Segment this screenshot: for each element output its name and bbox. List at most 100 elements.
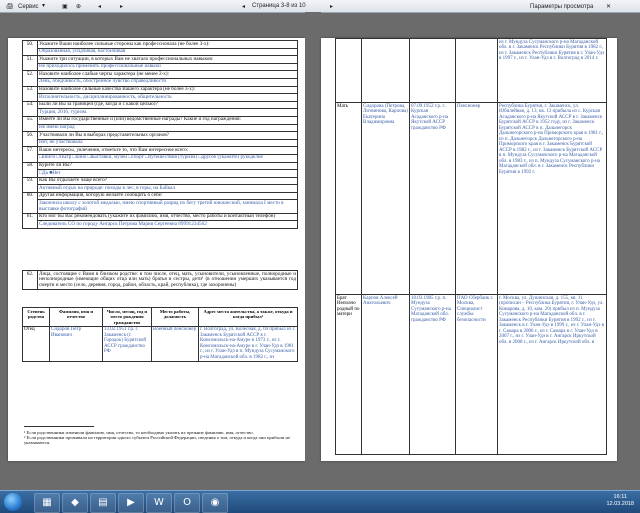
answer-text: □книги □театр □кино □выставки, музеи □сп… — [37, 153, 298, 163]
question-number: 56. — [22, 131, 38, 148]
answer-row: Не приходилось применять профессиональны… — [23, 62, 298, 72]
start-button[interactable] — [4, 493, 22, 511]
name-cell: Сидорова (Петрова, Литвинова, Карпова) Е… — [361, 102, 410, 295]
relatives-column-header: Адрес места жительства, а также, откуда … — [198, 307, 298, 327]
close-button[interactable]: ✕ — [604, 2, 613, 12]
answer-text: Лень, обидчивость, обостренное чувство с… — [37, 77, 298, 87]
question-row: 58. Курите ли Вы? — [22, 161, 298, 178]
taskbar: ▦ ◆ ▤ ▶ W O ◉ 16:11 12.03.2018 — [0, 490, 640, 513]
relatives-table-continued: из г. Мундуза Сусуманского р-на Магаданс… — [335, 38, 607, 455]
address-cell: г. Волгоград, ул. Колесная, д. 69 прибыл… — [198, 325, 298, 362]
question-number: 55. — [22, 115, 38, 133]
clock-time: 16:11 — [613, 494, 627, 500]
batman-icon[interactable]: ◆ — [62, 493, 88, 513]
question-text: Кто мог бы Вас рекомендовать (укажите их… — [37, 212, 298, 222]
prev-page-button[interactable]: ◂ — [240, 2, 247, 12]
document-page-left: 50. Укажите Ваши наиболее сильные стороны… — [8, 38, 305, 461]
answer-text: Нет, не участвовала — [37, 138, 298, 148]
question-text: Лица, состоящие с Вами в близком родстве… — [37, 270, 298, 290]
question-number: 58. — [22, 161, 38, 178]
answer-text: Следователь СО по городу Ангарск Петрова… — [37, 220, 298, 229]
answer-text: Не имею наград — [37, 123, 298, 133]
system-clock[interactable]: 16:11 12.03.2018 — [606, 494, 634, 508]
question-text: Были ли Вы за границей (где, когда и с к… — [37, 100, 298, 110]
chrome-icon[interactable]: ◉ — [202, 493, 228, 513]
next-page-button[interactable]: ▸ — [328, 2, 335, 12]
answer-text: Закончила школу с золотой медалью, имею … — [37, 199, 298, 214]
question-text: Курите ли Вы? — [37, 161, 298, 171]
work-cell: ПАО Сбербанк г. Москва, Специалист служб… — [455, 294, 498, 455]
save-icon[interactable]: ▣ — [60, 2, 70, 12]
question-number: 62. — [22, 270, 38, 290]
work-cell: Пенсионер — [455, 102, 498, 295]
question-number: 60. — [22, 191, 38, 214]
question-number: 51. — [22, 55, 38, 72]
media-icon[interactable]: ▶ — [118, 493, 144, 513]
question-text: Назовите наиболее сильные качества Вашег… — [37, 85, 298, 95]
question-number: 54. — [22, 100, 38, 117]
relatives-column-header: Степень родства — [22, 307, 50, 327]
empty-cell — [335, 38, 362, 103]
birth-cell: 13.02.1951 г.р. г. Закаменск (г. Городок… — [102, 325, 152, 362]
question-text: Как Вы отдыхаете чаще всего? — [37, 176, 298, 186]
questions-table: 50. Укажите Ваши наиболее сильные стороны… — [22, 39, 298, 229]
answer-row: Не имею наград — [23, 123, 298, 133]
address-cell: г. Москва, ул. Душинская, д. 155, кв. 11… — [497, 294, 607, 455]
question-number: 61. — [22, 212, 38, 229]
page-info: Страница 3-8 из 10 — [252, 3, 306, 9]
empty-cell — [455, 38, 498, 103]
question-number: 50. — [22, 39, 38, 57]
answer-text: Не приходилось применять профессиональны… — [37, 62, 298, 72]
answer-row: Лень, обидчивость, обостренное чувство с… — [23, 77, 298, 87]
clock-date: 12.03.2018 — [606, 501, 634, 507]
work-cell: Военный пенсионер — [151, 325, 199, 362]
footnote-2: ² Если родственники проживали на террито… — [24, 435, 290, 446]
address-cell: Республика Бурятия, г. Закаменск, ул. Юб… — [497, 102, 607, 295]
name-cell: Карпов Алексей Анатольевич — [361, 294, 410, 455]
question-row: 50. Укажите Ваши наиболее сильные стороны… — [22, 39, 298, 57]
answer-text: Образованная, усидчивая, настойчивая — [37, 47, 298, 57]
question-row: 56. Участвовали ли Вы в выборах представи… — [22, 131, 298, 148]
answer-row: □книги □театр □кино □выставки, музеи □сп… — [23, 153, 298, 163]
question-text: Укажите Ваши наиболее сильные стороны ка… — [37, 40, 298, 49]
question-row: 53. Назовите наиболее сильные качества Ва… — [22, 85, 298, 102]
question-number: 53. — [22, 85, 38, 102]
birth-cell: 07.09.1952 г.р. с. Курская Асаданского р… — [409, 102, 456, 295]
relatives-column-header: Фамилия, имя и отчество — [49, 307, 103, 327]
relatives-table: Степень родства Фамилия, имя и отчество Чи… — [22, 307, 298, 362]
empty-cell — [361, 38, 410, 103]
question-row: 54. Были ли Вы за границей (где, когда и … — [22, 100, 298, 117]
explorer-icon[interactable]: ▦ — [34, 493, 60, 513]
footnotes: ¹ Если родственники изменили фамилию, им… — [24, 430, 294, 446]
question-text: Участвовали ли Вы в выборах представител… — [37, 131, 298, 140]
answer-row: Следователь СО по городу Ангарск Петрова… — [23, 220, 298, 229]
folder-icon[interactable]: ▤ — [90, 493, 116, 513]
question-row: 59. Как Вы отдыхаете чаще всего? — [22, 176, 298, 193]
relation-cell: Мать — [335, 102, 362, 295]
answer-row: Нет, не участвовала — [23, 138, 298, 148]
birth-cell: 10.03.1985 г.р. п. Мундуза Сусуманского … — [409, 294, 456, 455]
view-params-menu[interactable]: Параметры просмотра — [528, 2, 595, 12]
answer-row: □Да ■Нет — [23, 169, 298, 178]
page-gap — [305, 12, 321, 490]
relatives-column-header: Число, месяц, год и место рождения гражд… — [102, 307, 152, 327]
opera-icon[interactable]: O — [174, 493, 200, 513]
question-row: 61. Кто мог бы Вас рекомендовать (укажите… — [22, 212, 298, 229]
question-text: Другая информация, которую желаете сообщ… — [37, 191, 298, 201]
word-icon[interactable]: W — [146, 493, 172, 513]
page-left-icon[interactable]: ◂ — [96, 2, 103, 12]
page-right-icon[interactable]: ▸ — [118, 2, 125, 12]
answer-row: Образованная, усидчивая, настойчивая — [23, 47, 298, 57]
question-number: 59. — [22, 176, 38, 193]
print-icon[interactable]: 🖨 — [4, 2, 16, 12]
chevron-down-icon[interactable]: ▾ — [42, 2, 45, 10]
question-number: 57. — [22, 146, 38, 163]
zoom-icon[interactable]: ⊕ — [74, 2, 83, 12]
relatives-question: 62. Лица, состоящие с Вами в близком род… — [22, 270, 298, 290]
footnote-divider — [24, 426, 94, 427]
service-menu[interactable]: Сервис — [16, 2, 41, 12]
answer-row: Закончила школу с золотой медалью, имею … — [23, 199, 298, 214]
empty-cell — [409, 38, 456, 103]
document-page-right: из г. Мундуза Сусуманского р-на Магаданс… — [321, 38, 617, 461]
question-text: Имеете ли Вы государственные и (или) вед… — [37, 115, 298, 125]
